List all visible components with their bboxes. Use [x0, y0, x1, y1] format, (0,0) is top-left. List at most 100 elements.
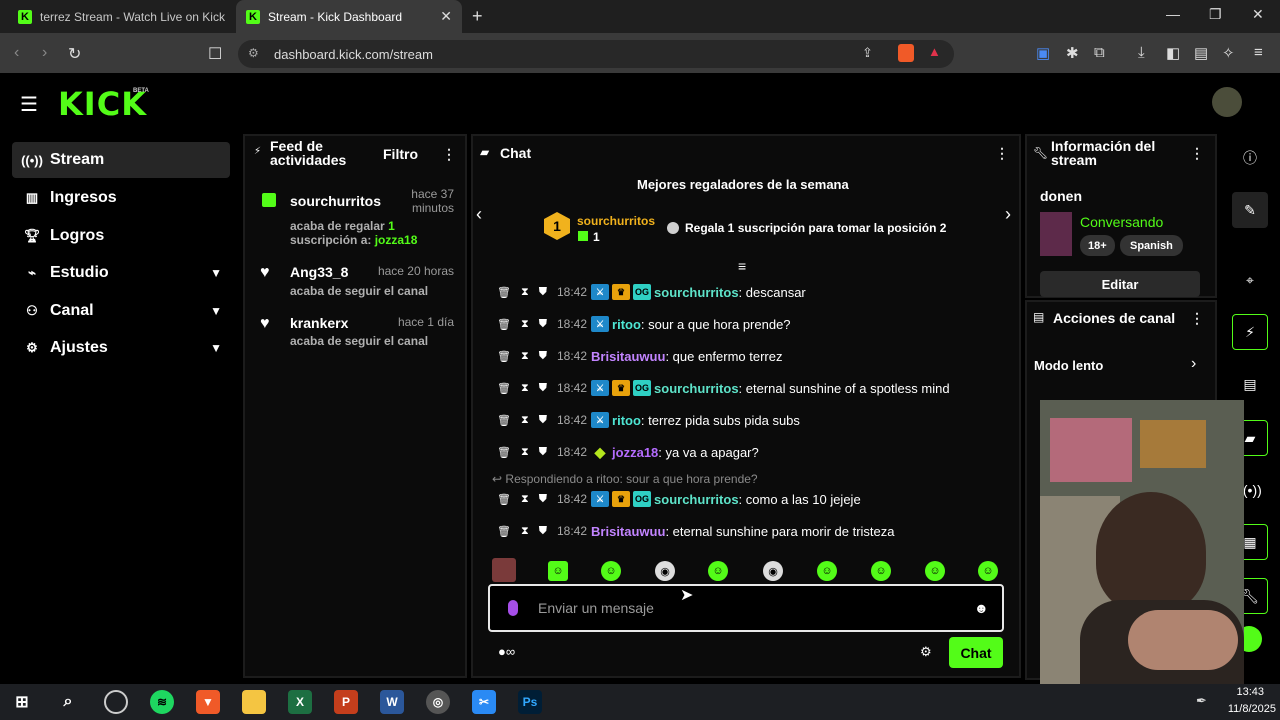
- brave-browser-icon[interactable]: ▼: [196, 690, 220, 714]
- emote-icon[interactable]: ◉: [655, 561, 675, 581]
- file-explorer-icon[interactable]: [242, 690, 266, 714]
- emote-icon[interactable]: ☺: [871, 561, 891, 581]
- mod-tools[interactable]: 🗑︎ ⧗ ⛊: [497, 525, 557, 538]
- chat-message-input[interactable]: Enviar un mensaje ☻: [488, 584, 1004, 632]
- top-gifter-name[interactable]: sourchurritos: [577, 214, 655, 228]
- excel-icon[interactable]: X: [288, 690, 312, 714]
- chat-username[interactable]: Brisitauwuu: [591, 349, 665, 364]
- sidebar-item-stream[interactable]: ((•)) Stream: [12, 142, 230, 178]
- mod-tools[interactable]: 🗑︎ ⧗ ⛊: [497, 286, 557, 299]
- emote-image[interactable]: [492, 558, 516, 582]
- chat-settings-icon[interactable]: ⚙: [920, 644, 932, 660]
- ban-icon[interactable]: ⛊: [539, 318, 547, 331]
- close-tab-icon[interactable]: ✕: [440, 8, 452, 25]
- timeout-icon[interactable]: ⧗: [521, 414, 529, 427]
- more-options-icon[interactable]: ⋮: [995, 145, 1009, 162]
- timeout-icon[interactable]: ⧗: [521, 493, 529, 506]
- emoji-icon[interactable]: ☻: [974, 600, 989, 616]
- feed-target[interactable]: jozza18: [375, 233, 418, 247]
- timeout-icon[interactable]: ⧗: [521, 525, 529, 538]
- obs-icon[interactable]: ◎: [426, 690, 450, 714]
- wallet-icon[interactable]: ▤: [1194, 44, 1208, 62]
- feed-user-name[interactable]: sourchurritos: [290, 193, 381, 209]
- sidebar-item-estudio[interactable]: ⌁ Estudio ▼: [12, 255, 230, 291]
- pinned-icon[interactable]: ≡: [738, 258, 746, 274]
- pen-icon[interactable]: ✒: [1196, 693, 1207, 709]
- chat-username[interactable]: sourchurritos: [654, 492, 739, 507]
- ban-icon[interactable]: ⛊: [539, 382, 547, 395]
- delete-icon[interactable]: 🗑︎: [497, 350, 511, 363]
- leo-icon[interactable]: ✧: [1222, 44, 1235, 62]
- brave-rewards-icon[interactable]: ▲: [928, 44, 941, 59]
- browser-tab-dashboard[interactable]: K Stream - Kick Dashboard ✕: [236, 0, 462, 33]
- hamburger-menu-icon[interactable]: ☰: [20, 92, 38, 117]
- ban-icon[interactable]: ⛊: [539, 446, 547, 459]
- timeout-icon[interactable]: ⧗: [521, 350, 529, 363]
- new-tab-icon[interactable]: +: [472, 6, 483, 27]
- timeout-icon[interactable]: ⧗: [521, 446, 529, 459]
- photoshop-icon[interactable]: Ps: [518, 690, 542, 714]
- forward-icon[interactable]: ›: [42, 44, 47, 62]
- share-icon[interactable]: ⇪: [862, 45, 873, 61]
- microphone-icon[interactable]: [508, 600, 518, 616]
- delete-icon[interactable]: 🗑︎: [497, 493, 511, 506]
- chat-username[interactable]: sourchurritos: [654, 381, 739, 396]
- ban-icon[interactable]: ⛊: [539, 525, 547, 538]
- sidebar-item-ingresos[interactable]: ▥ Ingresos: [12, 180, 230, 216]
- sidebar-item-canal[interactable]: ⚇ Canal ▼: [12, 293, 230, 329]
- mod-tools[interactable]: 🗑︎ ⧗ ⛊: [497, 350, 557, 363]
- browser-tab-kick-live[interactable]: K terrez Stream - Watch Live on Kick: [8, 0, 236, 33]
- emote-icon[interactable]: ☺: [925, 561, 945, 581]
- delete-icon[interactable]: 🗑︎: [497, 525, 511, 538]
- menu-icon[interactable]: ≡: [1254, 44, 1263, 61]
- emote-icon[interactable]: ☺: [601, 561, 621, 581]
- mod-tools[interactable]: 🗑︎ ⧗ ⛊: [497, 318, 557, 331]
- avatar[interactable]: [1212, 87, 1242, 117]
- search-icon[interactable]: ⌕: [56, 690, 80, 714]
- pencil-icon[interactable]: ✎: [1232, 192, 1268, 228]
- timeout-icon[interactable]: ⧗: [521, 382, 529, 395]
- chat-username[interactable]: jozza18: [612, 445, 658, 460]
- mod-tools[interactable]: 🗑︎ ⧗ ⛊: [497, 493, 557, 506]
- emote-icon[interactable]: ☺: [548, 561, 568, 581]
- document-icon[interactable]: ▤: [1232, 366, 1268, 402]
- chat-username[interactable]: sourchurritos: [654, 285, 739, 300]
- emote-icon[interactable]: ☺: [978, 561, 998, 581]
- chat-username[interactable]: Brisitauwuu: [591, 524, 665, 539]
- chat-username[interactable]: ritoo: [612, 413, 641, 428]
- mod-tools[interactable]: 🗑︎ ⧗ ⛊: [497, 414, 557, 427]
- timeout-icon[interactable]: ⧗: [521, 286, 529, 299]
- screenshot-icon[interactable]: ⧉: [1094, 44, 1105, 61]
- speedometer-app-icon[interactable]: [104, 690, 128, 714]
- ban-icon[interactable]: ⛊: [539, 414, 547, 427]
- filter-button[interactable]: Filtro: [383, 146, 418, 162]
- reload-icon[interactable]: ↻: [68, 44, 81, 64]
- back-icon[interactable]: ‹: [14, 44, 19, 62]
- minimize-icon[interactable]: —: [1166, 6, 1180, 22]
- tag-badge[interactable]: 18+: [1080, 235, 1115, 256]
- mod-tools[interactable]: 🗑︎ ⧗ ⛊: [497, 446, 557, 459]
- camera-frame-icon[interactable]: ⌖: [1232, 262, 1268, 298]
- info-icon[interactable]: ⓘ: [1232, 140, 1268, 176]
- chevron-left-icon[interactable]: ‹: [476, 204, 482, 225]
- delete-icon[interactable]: 🗑︎: [497, 414, 511, 427]
- bookmark-icon[interactable]: ☐: [208, 44, 222, 64]
- brave-shield-icon[interactable]: [898, 44, 914, 62]
- delete-icon[interactable]: 🗑︎: [497, 286, 511, 299]
- word-icon[interactable]: W: [380, 690, 404, 714]
- send-chat-button[interactable]: Chat: [949, 637, 1003, 668]
- sidebar-item-ajustes[interactable]: ⚙ Ajustes ▼: [12, 330, 230, 366]
- points-icon[interactable]: ●∞: [498, 644, 515, 659]
- close-window-icon[interactable]: ✕: [1252, 6, 1264, 23]
- more-options-icon[interactable]: ⋮: [442, 146, 456, 163]
- edit-button[interactable]: Editar: [1040, 271, 1200, 297]
- capcut-icon[interactable]: ✂: [472, 690, 496, 714]
- chevron-right-icon[interactable]: ›: [1005, 204, 1011, 225]
- delete-icon[interactable]: 🗑︎: [497, 318, 511, 331]
- slow-mode-label[interactable]: Modo lento: [1034, 358, 1103, 373]
- feed-user-name[interactable]: krankerx: [290, 315, 348, 331]
- tag-badge[interactable]: Spanish: [1120, 235, 1183, 256]
- feed-user-name[interactable]: Ang33_8: [290, 264, 348, 280]
- timeout-icon[interactable]: ⧗: [521, 318, 529, 331]
- powerpoint-icon[interactable]: P: [334, 690, 358, 714]
